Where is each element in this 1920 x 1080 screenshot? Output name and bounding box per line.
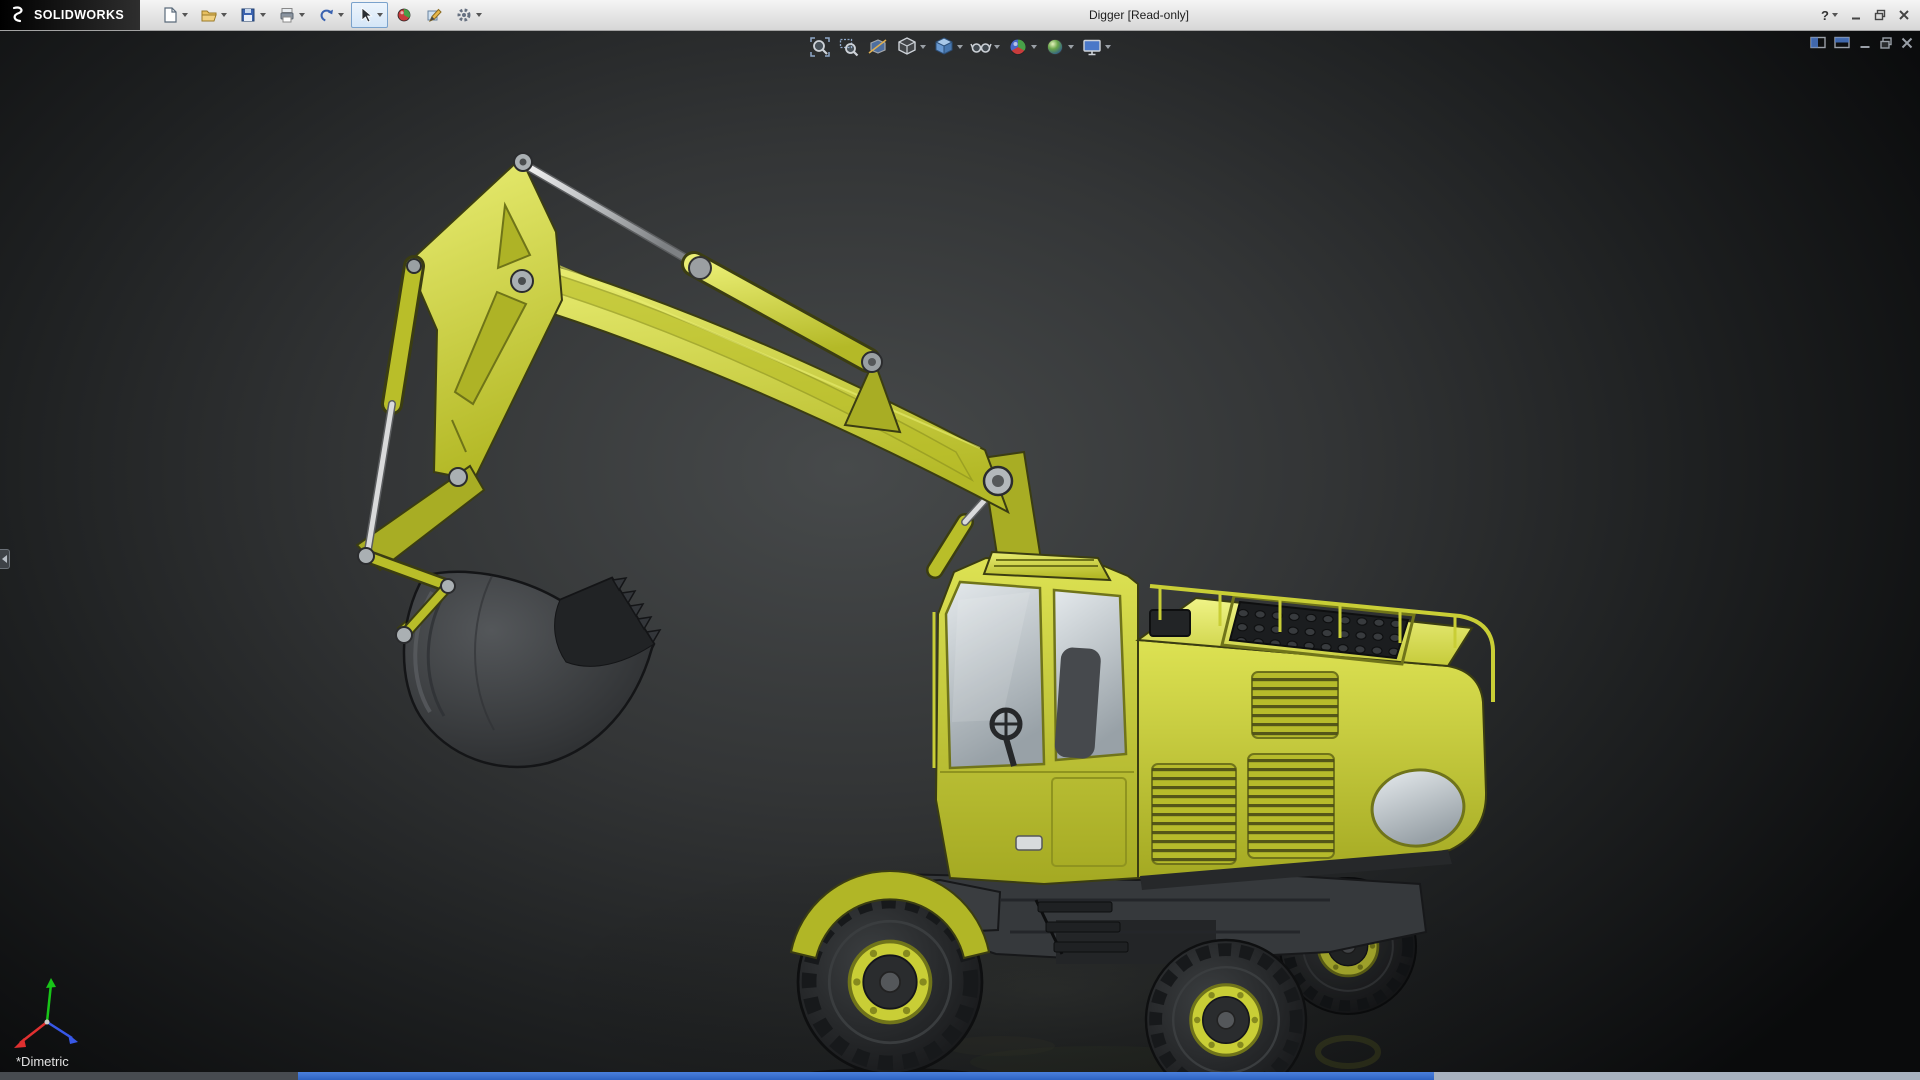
dropdown-caret [994,45,1000,49]
pane-close-button[interactable] [1900,36,1914,50]
restore-button[interactable] [1874,9,1886,21]
zoom-area-icon [839,38,859,57]
boom-arm[interactable] [355,152,1044,579]
undo-icon [320,9,334,22]
minimize-button[interactable] [1850,9,1862,21]
panel-collapse-tab[interactable] [0,549,10,569]
open-button[interactable] [195,2,232,28]
sketch-button[interactable] [420,2,448,28]
dropdown-caret [1068,45,1074,49]
options-button[interactable] [450,2,487,28]
sketch-pencil-icon [427,8,442,22]
new-document-button[interactable] [156,2,193,28]
zoom-fit-button[interactable] [806,34,834,60]
dropdown-caret [338,13,345,17]
main-toolbar [156,2,487,28]
save-icon [241,8,255,22]
split-pane-vertical-button[interactable] [1810,36,1827,50]
hide-show-items-button[interactable] [967,34,1003,60]
heads-up-toolbar [806,34,1114,60]
dropdown-caret [260,13,267,17]
reference-triad [14,978,78,1048]
taskbar-segment-right [1434,1072,1920,1080]
zoom-fit-icon [810,37,830,57]
pane-minimize-button[interactable] [1858,36,1872,50]
excavator-model[interactable] [355,152,1570,1080]
view-settings-button[interactable] [1078,34,1114,60]
monitor-icon [1083,39,1101,56]
section-view-button[interactable] [864,34,892,60]
chevron-left-icon [2,555,7,563]
print-button[interactable] [273,2,310,28]
solidworks-logo: SOLIDWORKS [0,0,141,30]
appearance-ball-icon [1010,39,1026,55]
section-view-icon [868,39,887,54]
dropdown-caret [957,45,963,49]
engine-housing[interactable] [1135,584,1495,890]
pane-controls [1810,36,1914,50]
orientation-label: *Dimetric [16,1054,69,1069]
undo-button[interactable] [312,2,349,28]
gear-icon [457,8,471,22]
view-cube-icon [898,37,916,55]
dropdown-caret [182,13,189,17]
edit-appearance-button[interactable] [390,2,418,28]
open-folder-icon [201,10,217,22]
taskbar-segment-blue [298,1072,1434,1080]
dropdown-caret [299,13,306,17]
dropdown-caret [920,45,926,49]
dropdown-caret [377,13,384,17]
dropdown-caret [1832,13,1838,17]
solidworks-logo-icon [12,6,23,23]
edit-appearance-hud-button[interactable] [1004,34,1040,60]
taskbar-strip[interactable] [0,1072,1920,1080]
close-button[interactable] [1898,9,1910,21]
select-cursor-icon [361,7,373,23]
glasses-icon [970,43,992,53]
zoom-area-button[interactable] [835,34,863,60]
dropdown-caret [476,13,483,17]
appearance-ball-icon [397,8,411,22]
dropdown-caret [1105,45,1111,49]
apply-scene-button[interactable] [1041,34,1077,60]
print-icon [280,8,294,23]
select-button[interactable] [351,2,389,28]
scene-sphere-icon [1047,39,1063,55]
pane-restore-button[interactable] [1879,36,1893,50]
help-button[interactable]: ? [1821,8,1838,23]
title-bar: SOLIDWORKS Digger [Read-only] ? [0,0,1920,31]
dropdown-caret [221,13,228,17]
brand-text: SOLIDWORKS [34,8,125,22]
save-button[interactable] [234,2,271,28]
new-document-icon [164,7,177,23]
split-pane-horizontal-button[interactable] [1834,36,1851,50]
view-orientation-button[interactable] [893,34,929,60]
cab[interactable] [932,550,1139,886]
taskbar-segment-left [0,1072,298,1080]
scene-svg [14,152,1570,1080]
bucket[interactable] [357,547,662,769]
display-style-button[interactable] [930,34,966,60]
window-controls: ? [1821,0,1910,30]
dropdown-caret [1031,45,1037,49]
window-title: Digger [Read-only] [1088,8,1190,22]
shaded-cube-icon [935,37,953,55]
